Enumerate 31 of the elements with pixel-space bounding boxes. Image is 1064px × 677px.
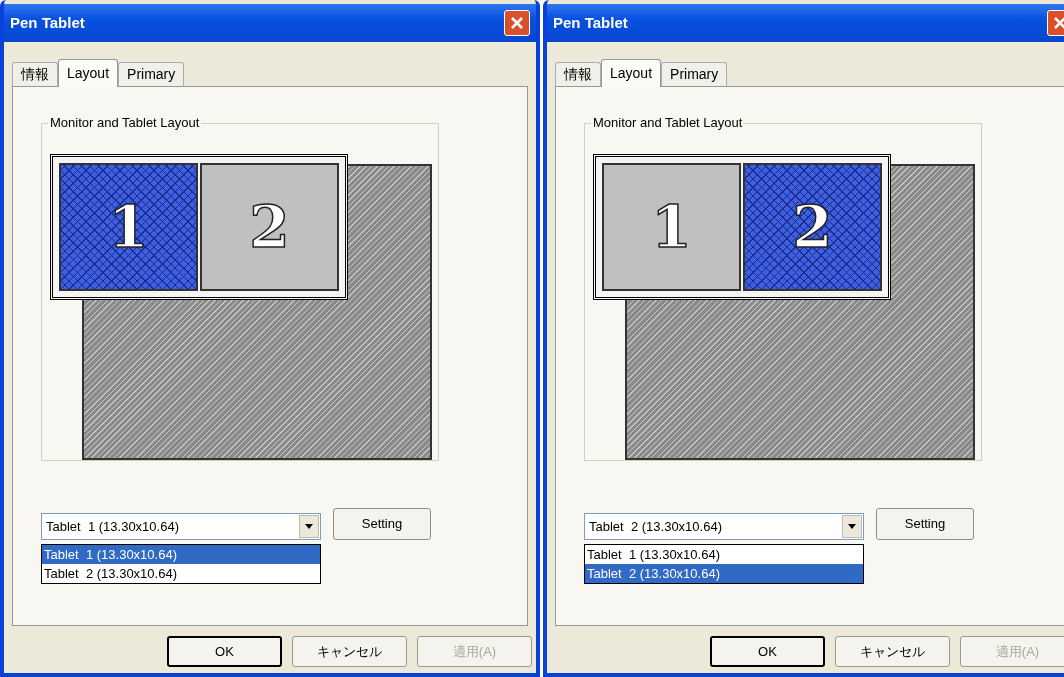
tab[interactable]: Layout xyxy=(601,59,662,87)
close-button[interactable] xyxy=(504,10,530,36)
tab[interactable]: Primary xyxy=(661,62,728,86)
dropdown-option[interactable]: Tablet 1 (13.30x10.64) xyxy=(42,545,320,564)
tab[interactable]: Layout xyxy=(58,59,119,87)
window-title: Pen Tablet xyxy=(10,12,85,33)
dropdown-button[interactable] xyxy=(842,515,862,538)
dialog-button[interactable]: キャンセル xyxy=(292,636,407,667)
dropdown-option[interactable]: Tablet 2 (13.30x10.64) xyxy=(42,564,320,583)
dropdown-option[interactable]: Tablet 2 (13.30x10.64) xyxy=(585,564,863,583)
tab[interactable]: Primary xyxy=(118,62,185,86)
close-icon xyxy=(1053,16,1064,30)
dropdown-button[interactable] xyxy=(299,515,319,538)
setting-button[interactable]: Setting xyxy=(333,508,431,540)
tablet-combo[interactable]: Tablet 1 (13.30x10.64) xyxy=(41,513,321,540)
tablet-combo[interactable]: Tablet 2 (13.30x10.64) xyxy=(584,513,864,540)
dialog-button[interactable]: OK xyxy=(167,636,282,667)
window-title: Pen Tablet xyxy=(553,12,628,33)
dropdown-option[interactable]: Tablet 1 (13.30x10.64) xyxy=(585,545,863,564)
dialog-button[interactable]: OK xyxy=(710,636,825,667)
monitor-tile[interactable]: 2 xyxy=(743,163,882,291)
close-icon xyxy=(510,16,524,30)
caret-icon xyxy=(848,524,856,529)
tab[interactable]: 情報 xyxy=(555,62,601,86)
tab[interactable]: 情報 xyxy=(12,62,58,86)
combo-value: Tablet 2 (13.30x10.64) xyxy=(589,517,723,536)
monitor-tile[interactable]: 1 xyxy=(59,163,198,291)
combo-value: Tablet 1 (13.30x10.64) xyxy=(46,517,180,536)
setting-button[interactable]: Setting xyxy=(876,508,974,540)
dialog-button[interactable]: キャンセル xyxy=(835,636,950,667)
caret-icon xyxy=(305,524,313,529)
